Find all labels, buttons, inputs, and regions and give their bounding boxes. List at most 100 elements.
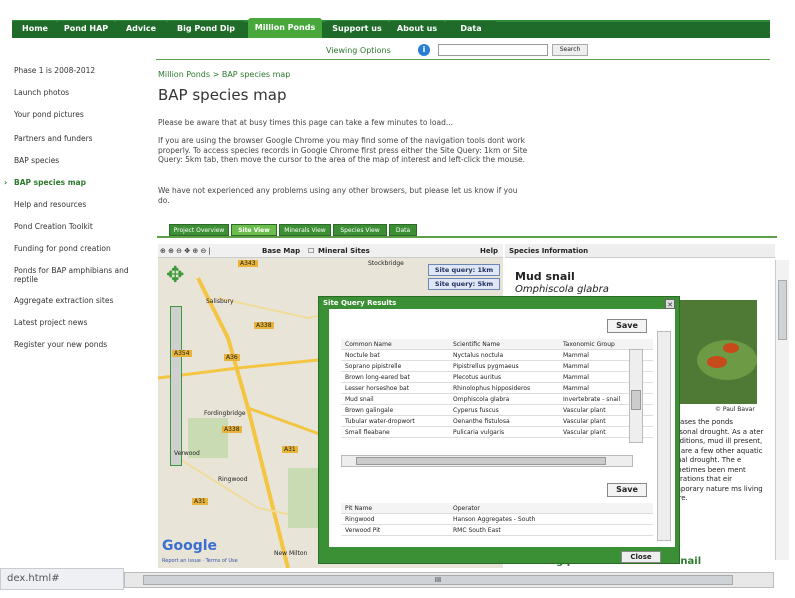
tab-big-pond-dip[interactable]: Big Pond Dip bbox=[168, 21, 244, 37]
table-row[interactable]: Verwood Pit RMC South East bbox=[341, 525, 653, 536]
breadcrumb[interactable]: Million Ponds > BAP species map bbox=[158, 70, 290, 79]
viewing-options-label[interactable]: Viewing Options bbox=[326, 46, 391, 55]
species-scientific-name: Omphiscola glabra bbox=[515, 284, 609, 295]
table-horizontal-scrollbar[interactable] bbox=[341, 455, 633, 467]
zoom-slider[interactable] bbox=[170, 306, 182, 466]
tab-minerals-view[interactable]: Minerals View bbox=[279, 224, 331, 236]
table-vertical-scrollbar[interactable] bbox=[629, 349, 643, 443]
road-label: A31 bbox=[282, 446, 298, 453]
cell: Mud snail bbox=[345, 396, 374, 403]
column-header: Operator bbox=[453, 505, 480, 512]
road-label: A338 bbox=[222, 426, 242, 433]
sidebar-item-phase[interactable]: Phase 1 is 2008-2012 bbox=[14, 66, 142, 75]
table-row[interactable]: Ringwood Hanson Aggregates - South bbox=[341, 514, 653, 525]
column-header: Pit Name bbox=[345, 505, 373, 512]
cell: Pulicaria vulgaris bbox=[453, 429, 505, 436]
table-row[interactable]: Mud snail Omphiscola glabra Invertebrate -… bbox=[341, 394, 653, 405]
top-navigation: Home Pond HAP Advice Big Pond Dip Millio… bbox=[0, 0, 795, 38]
table-row[interactable]: Brown galingale Cyperus fuscus Vascular pl… bbox=[341, 405, 653, 416]
paragraph-browsers-note: We have not experienced any problems usi… bbox=[158, 186, 518, 205]
search-button[interactable]: Search bbox=[552, 44, 588, 56]
sidebar-item-bap-species[interactable]: BAP species bbox=[14, 156, 142, 165]
table-header-row: Common Name Scientific Name Taxonomic Gr… bbox=[341, 339, 653, 350]
site-query-5km-button[interactable]: Site query: 5km bbox=[428, 278, 500, 290]
cell: RMC South East bbox=[453, 527, 501, 534]
tab-support-us[interactable]: Support us bbox=[326, 21, 388, 37]
tab-pond-hap[interactable]: Pond HAP bbox=[58, 21, 114, 37]
tab-data[interactable]: Data bbox=[446, 21, 496, 37]
tab-million-ponds[interactable]: Million Ponds bbox=[248, 18, 322, 38]
place-label-ringwood: Ringwood bbox=[218, 476, 248, 483]
cell: Pipistrellus pygmaeus bbox=[453, 363, 519, 370]
tab-advice[interactable]: Advice bbox=[116, 21, 166, 37]
page-title: BAP species map bbox=[158, 86, 287, 104]
column-header: Taxonomic Group bbox=[563, 341, 615, 348]
scroll-thumb[interactable] bbox=[778, 280, 787, 340]
scroll-thumb[interactable] bbox=[631, 390, 641, 410]
table-row[interactable]: Soprano pipistrelle Pipistrellus pygmaeus… bbox=[341, 361, 653, 372]
place-label-verwood: Verwood bbox=[174, 450, 200, 457]
cell: Vascular plant bbox=[563, 429, 606, 436]
save-button[interactable]: Save bbox=[607, 319, 647, 333]
sidebar-item-funding[interactable]: Funding for pond creation bbox=[14, 244, 142, 253]
tab-species-view[interactable]: Species View bbox=[333, 224, 387, 236]
cell: Mammal bbox=[563, 374, 589, 381]
road-label: A354 bbox=[172, 350, 192, 357]
pan-control-icon[interactable]: ✥ bbox=[166, 262, 188, 294]
cell: Ringwood bbox=[345, 516, 375, 523]
sidebar-item-partners[interactable]: Partners and funders bbox=[14, 134, 142, 143]
help-link[interactable]: Help bbox=[480, 244, 498, 258]
cell: Vascular plant bbox=[563, 418, 606, 425]
sidebar-item-help[interactable]: Help and resources bbox=[14, 200, 142, 209]
page-vertical-scrollbar[interactable] bbox=[775, 260, 789, 560]
table-row[interactable]: Tubular water-dropwort Oenanthe fistulosa… bbox=[341, 416, 653, 427]
place-label-fordingbridge: Fordingbridge bbox=[204, 410, 246, 417]
sidebar-item-news[interactable]: Latest project news bbox=[14, 318, 142, 327]
table-row[interactable]: Lesser horseshoe bat Rhinolophus hipposid… bbox=[341, 383, 653, 394]
dialog-vertical-scrollbar[interactable] bbox=[657, 331, 671, 541]
tab-home[interactable]: Home bbox=[14, 21, 56, 37]
tab-data-panel[interactable]: Data bbox=[389, 224, 417, 236]
photo-credit: © Paul Bavar bbox=[715, 406, 755, 413]
paragraph-load-warning: Please be aware that at busy times this … bbox=[158, 118, 453, 127]
road-label: A338 bbox=[254, 322, 274, 329]
sidebar-item-amphibians[interactable]: Ponds for BAP amphibians and reptile bbox=[14, 266, 134, 284]
tab-about-us[interactable]: About us bbox=[390, 21, 444, 37]
save-button-2[interactable]: Save bbox=[607, 483, 647, 497]
sidebar-item-toolkit[interactable]: Pond Creation Toolkit bbox=[14, 222, 142, 231]
close-button[interactable]: Close bbox=[621, 551, 661, 563]
scroll-thumb[interactable] bbox=[356, 457, 606, 465]
cell: Mammal bbox=[563, 363, 589, 370]
base-map-button[interactable]: Base Map bbox=[262, 244, 300, 258]
sidebar-item-aggregate[interactable]: Aggregate extraction sites bbox=[14, 296, 142, 305]
search-input[interactable] bbox=[438, 44, 548, 56]
scroll-thumb[interactable]: III bbox=[143, 575, 733, 585]
sidebar-item-launch-photos[interactable]: Launch photos bbox=[14, 88, 142, 97]
sidebar-item-register[interactable]: Register your new ponds bbox=[14, 340, 142, 349]
table-row[interactable]: Small fleabane Pulicaria vulgaris Vascular… bbox=[341, 427, 653, 438]
mineral-sites-toggle[interactable]: Mineral Sites bbox=[318, 244, 370, 258]
table-row[interactable]: Noctule bat Nyctalus noctula Mammal bbox=[341, 350, 653, 361]
site-query-dialog: Site Query Results ✕ Save Common Name Sc… bbox=[318, 296, 680, 564]
zoom-tools-icon[interactable]: ⊕ ⊕ ⊖ ✥ ⊕ ⊖ | bbox=[160, 244, 211, 258]
species-common-name: Mud snail bbox=[515, 270, 575, 283]
site-query-1km-button[interactable]: Site query: 1km bbox=[428, 264, 500, 276]
road-label: A343 bbox=[238, 260, 258, 267]
cell: Vascular plant bbox=[563, 407, 606, 414]
paragraph-chrome-note: If you are using the browser Google Chro… bbox=[158, 136, 528, 164]
page-horizontal-scrollbar[interactable]: III bbox=[124, 572, 774, 588]
tab-site-view[interactable]: Site View bbox=[231, 224, 277, 236]
tab-project-overview[interactable]: Project Overview bbox=[169, 224, 229, 236]
close-icon[interactable]: ✕ bbox=[665, 299, 675, 309]
table-row[interactable]: Brown long-eared bat Plecotus auritus Mamm… bbox=[341, 372, 653, 383]
map-footer-links[interactable]: Report an issue · Terms of Use bbox=[162, 558, 238, 564]
checkbox-icon[interactable]: ☐ bbox=[308, 244, 314, 258]
cell: Brown galingale bbox=[345, 407, 394, 414]
column-header: Common Name bbox=[345, 341, 392, 348]
info-icon[interactable]: i bbox=[418, 44, 430, 56]
sidebar-item-bap-species-map[interactable]: › BAP species map bbox=[4, 178, 142, 187]
species-photo bbox=[677, 300, 757, 404]
sidebar-item-pond-pictures[interactable]: Your pond pictures bbox=[14, 110, 142, 119]
cell: Verwood Pit bbox=[345, 527, 381, 534]
snail-photo-svg bbox=[677, 300, 757, 404]
